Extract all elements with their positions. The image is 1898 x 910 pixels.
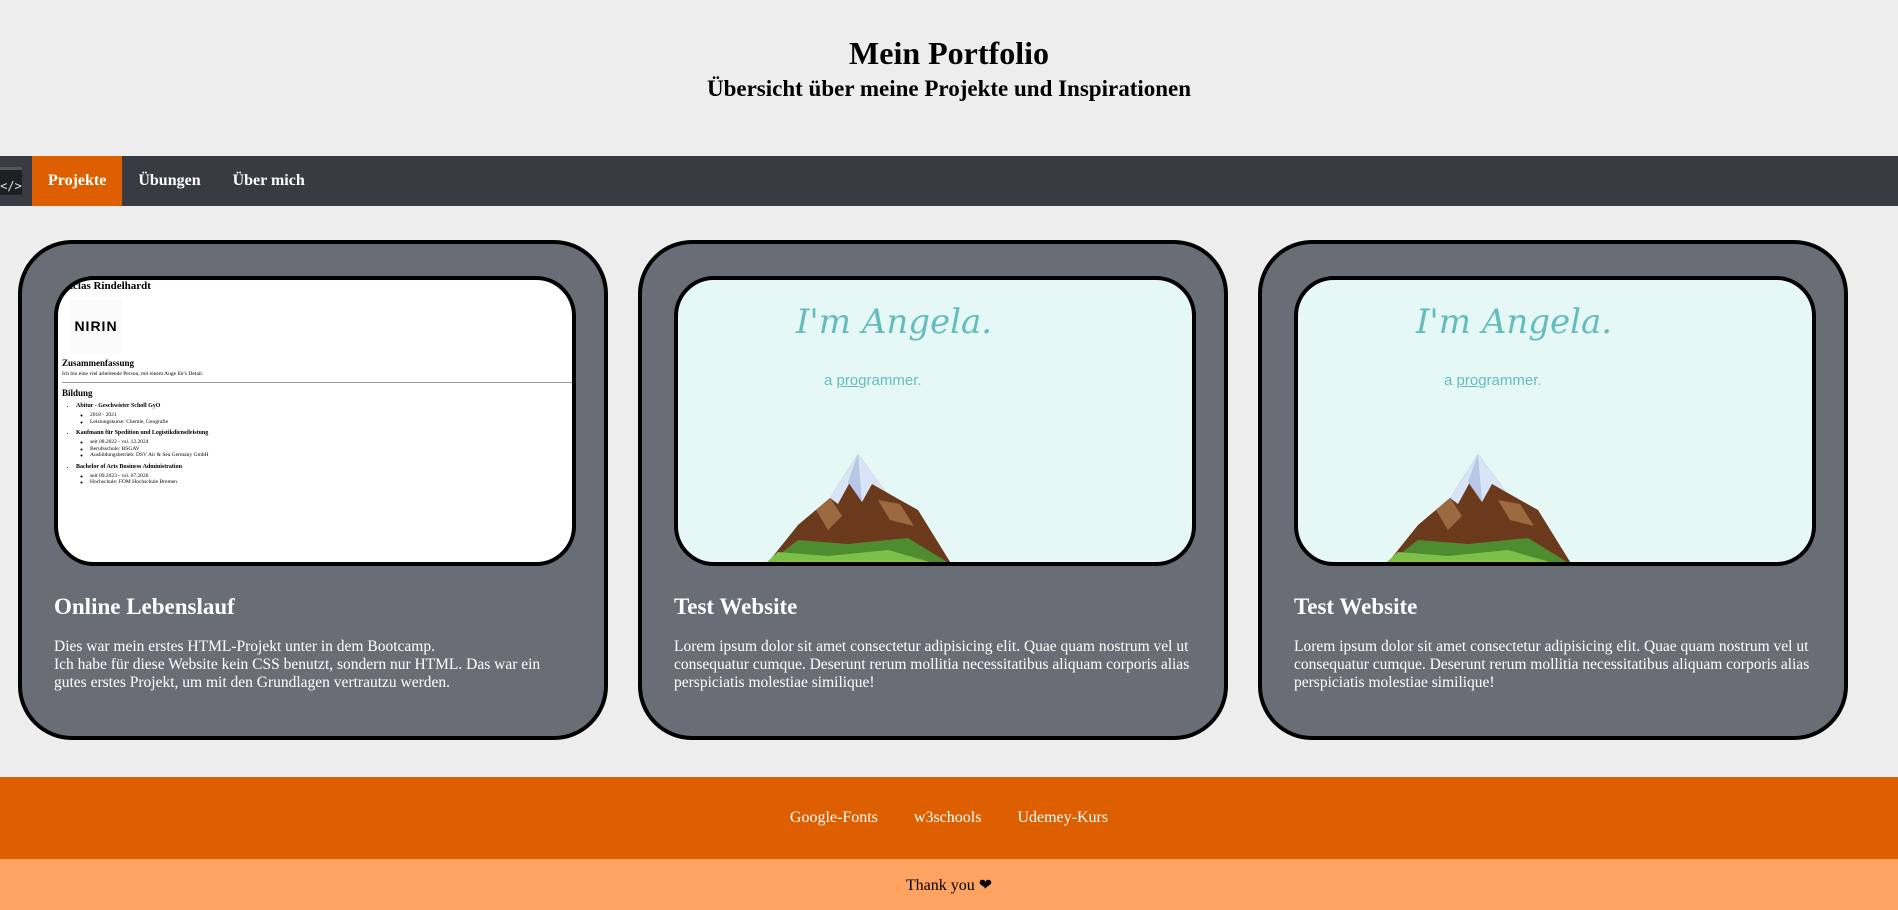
cv-summary-text: Ich bin eine viel arbeitende Person, mit… [62,371,204,377]
education-title: Bachelor of Arts Business Administration [76,463,182,470]
project-title: Test Website [674,594,798,619]
cv-education-list: Abitur - Geschwister Scholl GyO 2018 - 2… [62,403,572,486]
link-w3schools[interactable]: w3schools [914,809,982,827]
education-title: Abitur - Geschwister Scholl GyO [76,403,161,409]
description-line: Ich habe für diese Website kein CSS benu… [54,656,541,691]
main-navbar: </> Projekte Übungen Über mich [0,156,1898,206]
list-item: Leistungskurse: Chemie, Geografie [90,419,572,426]
footer-links: Google-Fonts w3schools Udemey-Kurs [0,777,1898,859]
nirin-logo: NIRIN [70,299,122,353]
project-preview-image[interactable]: I'm Angela. a programmer. [674,276,1196,566]
nav-item-uebungen[interactable]: Übungen [122,156,216,206]
project-preview-image[interactable]: Niclas Rindelhardt NIRIN Zusammenfassung… [54,276,576,566]
cv-name: Niclas Rindelhardt [62,280,151,292]
sub-suffix: grammer. [1478,372,1542,389]
project-card-test-website[interactable]: I'm Angela. a programmer. Test Website L… [1258,240,1848,740]
cv-divider [62,382,572,383]
description-line: Dies war mein erstes HTML-Projekt unter … [54,638,435,655]
angela-subheading: a programmer. [1444,372,1542,389]
list-item: Hochschule: FOM Hochschule Bremen [90,479,572,486]
sub-suffix: grammer. [858,372,922,389]
list-item: Abitur - Geschwister Scholl GyO 2018 - 2… [76,403,572,425]
link-google-fonts[interactable]: Google-Fonts [790,809,878,827]
footer-thanks: Thank you ❤ [0,859,1898,910]
link-udemy-kurs[interactable]: Udemey-Kurs [1017,809,1108,827]
nav-item-projekte[interactable]: Projekte [32,156,123,206]
sub-link: pro [1456,372,1479,389]
project-description: Dies war mein erstes HTML-Projekt unter … [54,638,572,692]
project-card-lebenslauf[interactable]: Niclas Rindelhardt NIRIN Zusammenfassung… [18,240,608,740]
mountain-illustration [766,454,951,562]
project-title: Test Website [1294,594,1418,619]
page-header: Mein Portfolio Übersicht über meine Proj… [0,0,1898,156]
page-subtitle: Übersicht über meine Projekte und Inspir… [706,76,1192,101]
education-title: Kaufmann für Spedition und Logistikdiens… [76,430,209,436]
code-window-icon[interactable]: </> [0,156,32,206]
project-title: Online Lebenslauf [54,594,235,619]
angela-heading: I'm Angela. [796,302,993,342]
list-item: Bachelor of Arts Business Administration… [76,464,572,486]
list-item: Ausbildungsbetrieb: DSV Air & Sea German… [90,452,572,459]
list-item: Kaufmann für Spedition und Logistikdiens… [76,430,572,459]
cv-summary-heading: Zusammenfassung [62,358,135,368]
page-title: Mein Portfolio [849,35,1049,71]
project-description: Lorem ipsum dolor sit amet consectetur a… [674,638,1190,691]
sub-prefix: a [1444,372,1457,389]
project-cards: Niclas Rindelhardt NIRIN Zusammenfassung… [0,240,1898,740]
angela-heading: I'm Angela. [1416,302,1613,342]
project-card-test-website[interactable]: I'm Angela. a programmer. Test Website L… [638,240,1228,740]
project-preview-image[interactable]: I'm Angela. a programmer. [1294,276,1816,566]
sub-link: pro [836,372,859,389]
cv-preview: Niclas Rindelhardt NIRIN Zusammenfassung… [62,280,572,488]
cv-education-heading: Bildung [62,388,93,398]
sub-prefix: a [824,372,837,389]
mountain-illustration [1386,454,1571,562]
nav-item-ueber-mich[interactable]: Über mich [217,156,321,206]
angela-subheading: a programmer. [824,372,922,389]
project-description: Lorem ipsum dolor sit amet consectetur a… [1294,638,1810,691]
thanks-text: Thank you ❤ [905,876,993,894]
